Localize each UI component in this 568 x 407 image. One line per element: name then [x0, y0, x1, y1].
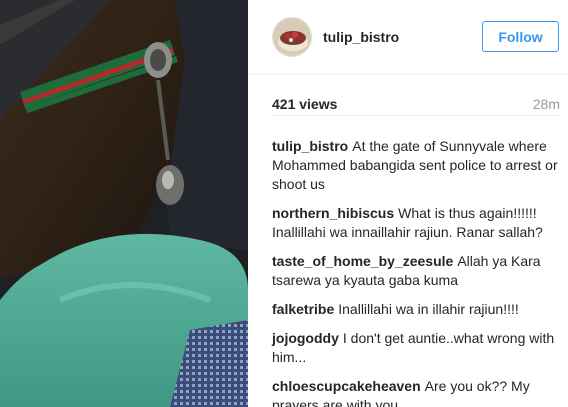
- photo-image: [0, 0, 248, 407]
- comments-list: tulip_bistro At the gate of Sunnyvale whe…: [272, 137, 564, 407]
- comment-author[interactable]: taste_of_home_by_zeesule: [272, 253, 453, 269]
- cake-avatar-icon: [273, 18, 311, 56]
- comment-author[interactable]: falketribe: [272, 301, 334, 317]
- follow-button[interactable]: Follow: [482, 21, 559, 52]
- post-stats: 421 views 28m: [272, 96, 560, 116]
- post-panel: tulip_bistro Follow 421 views 28m tulip_…: [248, 0, 568, 407]
- comment-text: Inallillahi wa in illahir rajiun!!!!: [338, 301, 519, 317]
- post-photo[interactable]: [0, 0, 248, 407]
- comment-item: chloescupcakeheaven Are you ok?? My praye…: [272, 377, 564, 407]
- post-header: tulip_bistro Follow: [248, 0, 568, 75]
- comment-author[interactable]: jojogoddy: [272, 330, 339, 346]
- comment-author[interactable]: tulip_bistro: [272, 138, 348, 154]
- comment-item: jojogoddy I don't get auntie..what wrong …: [272, 329, 564, 367]
- avatar[interactable]: [272, 17, 312, 57]
- comment-item: tulip_bistro At the gate of Sunnyvale whe…: [272, 137, 564, 194]
- comment-item: taste_of_home_by_zeesule Allah ya Kara ts…: [272, 252, 564, 290]
- comment-item: northern_hibiscus What is thus again!!!!!…: [272, 204, 564, 242]
- username[interactable]: tulip_bistro: [323, 29, 399, 45]
- post-time[interactable]: 28m: [533, 96, 560, 112]
- comment-author[interactable]: chloescupcakeheaven: [272, 378, 421, 394]
- comment-author[interactable]: northern_hibiscus: [272, 205, 394, 221]
- views-count: 421 views: [272, 96, 338, 112]
- comment-item: falketribe Inallillahi wa in illahir raji…: [272, 300, 564, 319]
